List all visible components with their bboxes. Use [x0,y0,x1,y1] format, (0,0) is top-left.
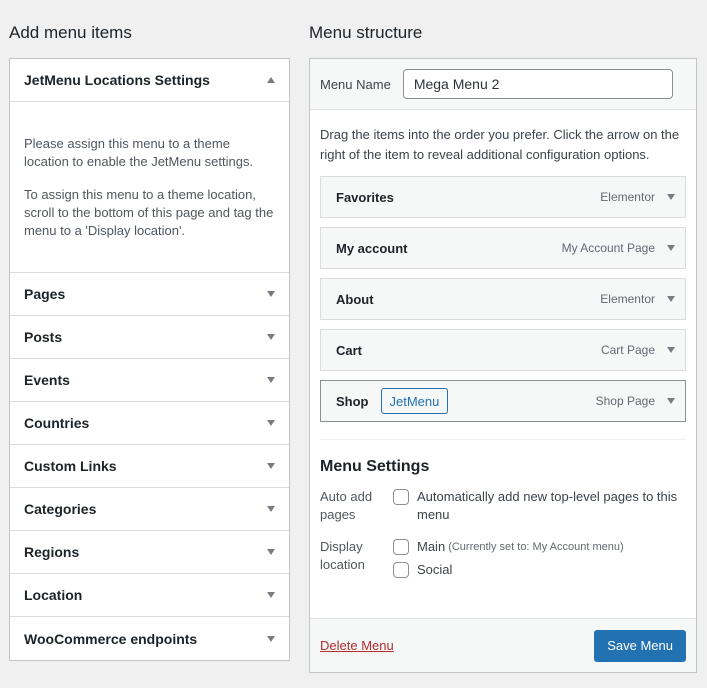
menu-item-type: My Account Page [561,241,655,255]
expand-arrow-icon [267,291,275,297]
accordion-regions[interactable]: Regions [10,531,289,574]
auto-add-text: Automatically add new top-level pages to… [417,489,678,522]
jetmenu-locations-header[interactable]: JetMenu Locations Settings [10,59,289,102]
expand-arrow-icon [267,377,275,383]
menu-settings-title: Menu Settings [320,458,430,475]
expand-arrow-icon[interactable] [667,194,675,200]
add-menu-items-title: Add menu items [9,23,132,42]
expand-arrow-icon [267,420,275,426]
location-main-checkbox[interactable] [393,539,409,555]
accordion-label: Posts [24,329,63,345]
save-menu-button[interactable]: Save Menu [594,629,686,662]
location-social-text: Social [417,562,453,577]
menu-item-favorites[interactable]: Favorites Elementor [320,176,686,218]
menu-structure-panel: Menu Name Drag the items into the order … [309,58,697,673]
accordion-label: Pages [24,286,66,302]
jetmenu-locations-body: Please assign this menu to a theme locat… [10,102,289,273]
menu-item-title: Favorites [336,189,394,205]
accordion-label: Categories [24,501,97,517]
delete-menu-link[interactable]: Delete Menu [320,638,394,653]
auto-add-option[interactable]: Automatically add new top-level pages to… [393,488,686,524]
auto-add-checkbox[interactable] [393,489,409,505]
expand-arrow-icon [267,549,275,555]
display-location-row: Display location Main (Currently set to:… [310,538,696,579]
location-main-option[interactable]: Main (Currently set to: My Account menu) [393,538,686,556]
menu-name-label: Menu Name [320,76,391,92]
menu-structure-title: Menu structure [309,23,423,42]
expand-arrow-icon[interactable] [667,296,675,302]
display-location-label: Display location [320,539,365,572]
drag-instructions: Drag the items into the order you prefer… [320,127,680,162]
expand-arrow-icon [267,635,275,642]
menu-item-title: Shop [336,393,369,409]
expand-arrow-icon[interactable] [667,398,675,404]
location-main-note: (Currently set to: My Account menu) [448,541,624,553]
accordion-woocommerce-endpoints[interactable]: WooCommerce endpoints [10,617,289,660]
menu-item-my-account[interactable]: My account My Account Page [320,227,686,269]
location-social-option[interactable]: Social [393,561,686,579]
accordion-label: WooCommerce endpoints [24,630,198,647]
menu-item-shop[interactable]: Shop JetMenu Shop Page [320,380,686,422]
jetmenu-help-text-1: Please assign this menu to a theme locat… [24,136,254,169]
menu-item-type: Elementor [600,292,655,306]
location-main-text: Main [417,539,446,554]
expand-arrow-icon[interactable] [667,347,675,353]
jetmenu-locations-title: JetMenu Locations Settings [24,72,210,88]
menu-item-about[interactable]: About Elementor [320,278,686,320]
expand-arrow-icon[interactable] [667,245,675,251]
menu-footer: Delete Menu Save Menu [310,618,696,672]
menu-item-title: About [336,291,374,307]
accordion-label: Countries [24,415,90,431]
accordion-location[interactable]: Location [10,574,289,617]
collapse-arrow-icon [267,77,275,83]
menu-item-cart[interactable]: Cart Cart Page [320,329,686,371]
accordion-pages[interactable]: Pages [10,273,289,316]
location-social-checkbox[interactable] [393,562,409,578]
expand-arrow-icon [267,463,275,469]
accordion-events[interactable]: Events [10,359,289,402]
expand-arrow-icon [267,334,275,340]
accordion-custom-links[interactable]: Custom Links [10,445,289,488]
accordion-categories[interactable]: Categories [10,488,289,531]
menu-items-list: Favorites Elementor My account My Accoun… [310,165,696,422]
accordion-countries[interactable]: Countries [10,402,289,445]
expand-arrow-icon [267,506,275,512]
jetmenu-badge-button[interactable]: JetMenu [380,388,449,414]
menu-item-type: Cart Page [600,343,655,357]
auto-add-row: Auto add pages Automatically add new top… [310,488,696,524]
accordion-label: Custom Links [24,458,117,474]
accordion-label: Regions [24,544,80,560]
menu-item-title: My account [336,240,408,256]
menu-item-type: Elementor [600,190,655,204]
accordion-posts[interactable]: Posts [10,316,289,359]
accordion-label: Location [24,587,83,603]
expand-arrow-icon [267,592,275,598]
auto-add-label: Auto add pages [320,489,373,522]
menu-items-accordion: JetMenu Locations Settings Please assign… [9,58,290,661]
menu-name-bar: Menu Name [310,59,696,110]
jetmenu-help-text-2: To assign this menu to a theme location,… [24,187,274,238]
accordion-label: Events [24,372,70,388]
menu-item-title: Cart [336,342,363,358]
menu-item-type: Shop Page [595,394,655,408]
menu-name-input[interactable] [402,69,673,99]
